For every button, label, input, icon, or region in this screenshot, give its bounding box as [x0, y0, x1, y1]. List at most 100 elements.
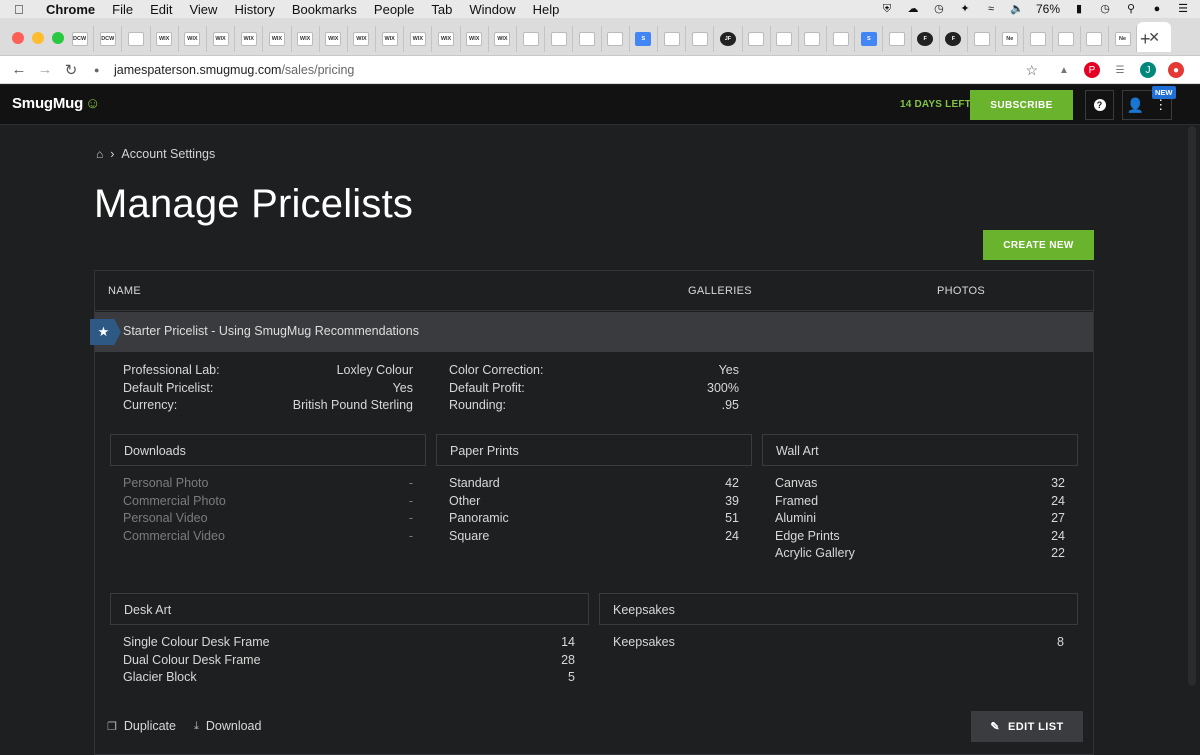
browser-tab[interactable] [686, 26, 715, 52]
category-wall-art: Wall Art [762, 434, 1078, 466]
list-item: Standard 42 [449, 476, 739, 490]
drive-extension-icon[interactable]: ▲ [1056, 62, 1072, 78]
reading-list-icon[interactable]: ☰ [1112, 62, 1128, 78]
browser-tab[interactable] [799, 26, 828, 52]
menu-history[interactable]: History [234, 2, 274, 17]
menu-edit[interactable]: Edit [150, 2, 172, 17]
help-button[interactable]: ? [1085, 90, 1114, 120]
browser-tab[interactable] [602, 26, 630, 52]
create-new-button[interactable]: CREATE NEW [983, 230, 1094, 260]
time-machine-icon[interactable]: ◷ [932, 3, 946, 15]
minimize-window-button[interactable] [32, 32, 44, 44]
browser-tab[interactable] [827, 26, 856, 52]
browser-tab[interactable]: WIX [292, 26, 320, 52]
browser-tab[interactable] [968, 26, 997, 52]
network-icon[interactable]: ✦ [958, 3, 972, 15]
browser-tab[interactable] [771, 26, 799, 52]
wall-art-items: Canvas 32 Framed 24 Alumini 27 Edge Prints 2… [775, 476, 1065, 566]
menu-file[interactable]: File [112, 2, 133, 17]
duplicate-button[interactable]: ❐ Duplicate [107, 719, 176, 733]
volume-icon[interactable]: 🔈 [1010, 3, 1024, 15]
menu-bookmarks[interactable]: Bookmarks [292, 2, 357, 17]
browser-tab[interactable] [573, 26, 602, 52]
edit-list-button[interactable]: ✎ EDIT LIST [971, 711, 1083, 742]
browser-tab[interactable] [122, 26, 151, 52]
browser-tab[interactable]: S [855, 26, 884, 52]
browser-tab[interactable]: Ne [1109, 26, 1138, 52]
home-icon[interactable]: ⌂ [96, 147, 103, 161]
menu-app[interactable]: Chrome [46, 2, 95, 17]
browser-tab[interactable]: WIX [320, 26, 348, 52]
pinterest-extension-icon[interactable]: P [1084, 62, 1100, 78]
browser-tab[interactable]: WIX [404, 26, 433, 52]
browser-tab[interactable]: WIX [489, 26, 517, 52]
browser-tab[interactable]: DCW [94, 26, 123, 52]
column-photos: PHOTOS [937, 285, 986, 297]
new-badge: NEW [1152, 86, 1176, 99]
pricelist-name[interactable]: Starter Pricelist - Using SmugMug Recomm… [123, 324, 419, 338]
browser-tab[interactable] [517, 26, 546, 52]
bookmark-star-icon[interactable]: ☆ [1025, 62, 1038, 79]
browser-tab[interactable]: WIX [348, 26, 377, 52]
subscribe-button[interactable]: SUBSCRIBE [970, 90, 1073, 120]
breadcrumb-account-settings[interactable]: Account Settings [121, 147, 215, 161]
browser-tab[interactable]: WIX [461, 26, 489, 52]
browser-tab[interactable]: WIX [179, 26, 207, 52]
browser-tab[interactable]: DCW [66, 26, 95, 52]
page-scrollbar[interactable] [1188, 126, 1196, 686]
menu-tab[interactable]: Tab [431, 2, 452, 17]
zoom-window-button[interactable] [52, 32, 64, 44]
browser-tab[interactable] [1081, 26, 1109, 52]
menu-people[interactable]: People [374, 2, 414, 17]
browser-tab[interactable]: F [940, 26, 968, 52]
wifi-icon[interactable]: ≈ [984, 3, 998, 15]
back-icon[interactable]: ← [6, 61, 32, 78]
browser-tab[interactable]: Ne [996, 26, 1025, 52]
battery-icon[interactable]: ▮ [1072, 3, 1086, 15]
notification-center-icon[interactable]: ☰ [1176, 3, 1190, 15]
browser-tab[interactable]: S [630, 26, 658, 52]
list-item: Other 39 [449, 493, 739, 508]
browser-tab[interactable] [883, 26, 912, 52]
tab-favicon-icon [1029, 32, 1046, 46]
browser-tab[interactable] [743, 26, 771, 52]
browser-tab[interactable]: F [912, 26, 940, 52]
menu-window[interactable]: Window [469, 2, 515, 17]
prop-default-pricelist: Default Pricelist: Yes [123, 380, 413, 395]
apple-icon[interactable]:  [14, 2, 28, 17]
browser-tab[interactable]: WIX [432, 26, 461, 52]
paper-prints-items: Standard 42 Other 39 Panoramic 51 Square 24 [449, 476, 739, 548]
tab-favicon-icon [832, 32, 849, 46]
new-tab-button[interactable]: + [1140, 29, 1151, 50]
browser-tab[interactable]: JF [714, 26, 743, 52]
smugmug-logo[interactable]: SmugMug ☺ [12, 95, 100, 112]
menu-view[interactable]: View [189, 2, 217, 17]
browser-tab[interactable] [1053, 26, 1081, 52]
battery-percent[interactable]: 76% [1036, 2, 1060, 16]
forward-icon[interactable]: → [32, 61, 58, 78]
reload-icon[interactable]: ↻ [58, 61, 84, 79]
browser-tab[interactable]: WIX [151, 26, 179, 52]
browser-tab[interactable]: WIX [207, 26, 236, 52]
siri-icon[interactable]: ● [1150, 3, 1164, 15]
download-button[interactable]: ⤓ Download [194, 719, 261, 733]
category-keepsakes: Keepsakes [599, 593, 1078, 625]
browser-tab[interactable]: WIX [376, 26, 405, 52]
address-bar[interactable]: ● jamespaterson.smugmug.com/sales/pricin… [94, 60, 1044, 80]
browser-tab[interactable]: WIX [263, 26, 292, 52]
tab-favicon-icon [127, 32, 144, 46]
spotlight-icon[interactable]: ⚲ [1124, 3, 1138, 15]
extension-red-icon[interactable]: ● [1168, 62, 1184, 78]
close-window-button[interactable] [12, 32, 24, 44]
pricelist-row[interactable]: ★ Starter Pricelist - Using SmugMug Reco… [90, 312, 1093, 352]
tab-favicon-icon: JF [719, 32, 736, 46]
browser-tab[interactable] [1024, 26, 1053, 52]
profile-avatar[interactable]: J [1140, 62, 1156, 78]
shield-icon[interactable]: ⛨ [880, 3, 894, 15]
cloud-icon[interactable]: ☁ [906, 3, 920, 15]
clock-icon[interactable]: ◷ [1098, 3, 1112, 15]
menu-help[interactable]: Help [533, 2, 560, 17]
browser-tab[interactable]: WIX [235, 26, 264, 52]
browser-tab[interactable] [545, 26, 574, 52]
browser-tab[interactable] [658, 26, 687, 52]
